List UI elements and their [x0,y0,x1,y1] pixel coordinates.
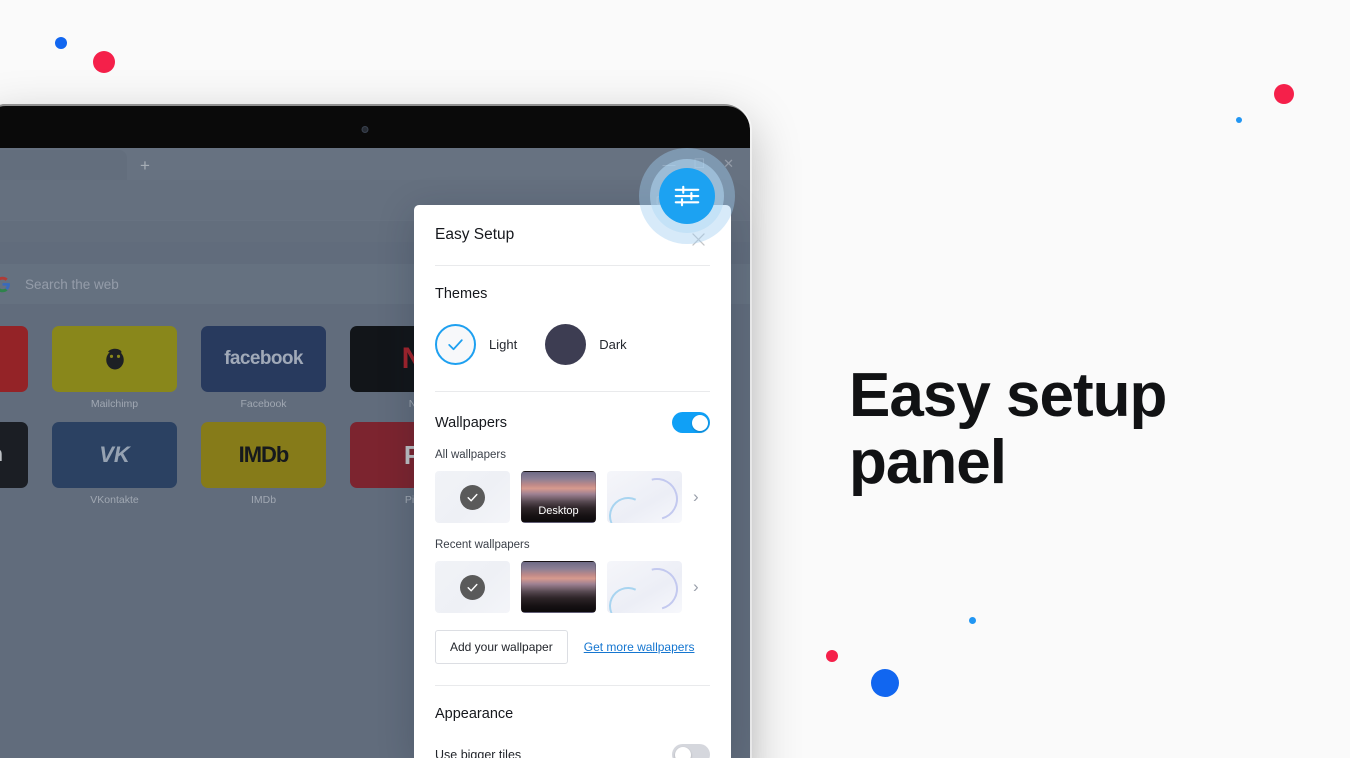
theme-label-light: Light [489,337,518,352]
theme-label-dark: Dark [599,337,627,352]
theme-option-dark[interactable]: Dark [545,324,627,365]
browser-tab[interactable] [0,150,127,180]
vk-icon: VK [52,422,177,488]
wallpaper-thumb-desktop[interactable] [521,561,596,613]
wallpaper-thumb-default[interactable] [435,561,510,613]
appearance-section: Appearance Use bigger tiles [414,686,731,758]
wallpaper-actions: Add your wallpaper Get more wallpapers [435,630,710,685]
dot-blue-bottom [871,669,899,697]
speed-dial-tile-amazon[interactable]: amazon Amazon [0,422,28,506]
amazon-wordmark: amazon [0,422,28,488]
mailchimp-icon [105,348,124,370]
speed-dial-tile-mailchimp[interactable]: Mailchimp [52,326,177,410]
chevron-right-icon[interactable]: › [693,487,699,507]
all-wallpapers-row: Desktop › [435,471,710,523]
wallpaper-thumb-default[interactable] [435,471,510,523]
easy-setup-panel: Easy Setup Themes Light Dark Wallpapers … [414,205,731,758]
bigger-tiles-toggle[interactable] [672,744,710,758]
tile-label: Facebook [240,398,287,410]
bigger-tiles-label: Use bigger tiles [435,747,522,758]
theme-option-light[interactable]: Light [435,324,517,365]
imdb-wordmark: IMDb [201,422,326,488]
webcam-icon [361,126,369,133]
wallpaper-thumb-abstract[interactable] [607,561,682,613]
facebook-wordmark: facebook [201,326,326,392]
wallpapers-section: Wallpapers All wallpapers Desktop › Rece… [414,392,731,685]
easy-setup-button[interactable] [659,168,715,224]
all-wallpapers-label: All wallpapers [435,449,506,461]
page-title: Easy setup panel [849,361,1279,497]
dot-blue-top-right [1236,117,1242,123]
tile-label: Amazon [0,494,28,506]
bigger-tiles-row: Use bigger tiles [435,744,710,758]
dot-red-top-left [93,51,115,73]
add-wallpaper-button[interactable]: Add your wallpaper [435,630,568,664]
check-icon [448,339,463,351]
panel-title: Easy Setup [435,226,515,243]
tile-label: Mailchimp [90,398,139,410]
light-theme-swatch[interactable] [435,324,476,365]
recent-wallpapers-row: › [435,561,710,613]
wallpaper-thumb-abstract[interactable] [607,471,682,523]
easy-setup-fab-wrapper [639,148,735,244]
wallpapers-title: Wallpapers [435,414,507,431]
wallpaper-thumb-desktop[interactable]: Desktop [521,471,596,523]
tune-sliders-icon [674,185,700,207]
speed-dial-tile-youtube[interactable]: YouTube [0,326,28,410]
wallpapers-toggle[interactable] [672,412,710,433]
dot-blue-small-bottom [969,617,976,624]
themes-section: Themes Light Dark [414,266,731,391]
wallpaper-thumb-label: Desktop [538,505,579,517]
speed-dial-tile-facebook[interactable]: facebook Facebook [201,326,326,410]
dark-theme-swatch[interactable] [545,324,587,365]
recent-wallpapers-label: Recent wallpapers [435,539,530,551]
speed-dial-tile-imdb[interactable]: IMDb IMDb [201,422,326,506]
dot-red-bottom [826,650,838,662]
headline-line-1: Easy setup [849,361,1167,430]
tile-label: YouTube [0,398,28,410]
dot-red-top-right [1274,84,1294,104]
themes-title: Themes [435,286,488,302]
headline-line-2: panel [849,427,1007,497]
tab-strip: + — ☐ ✕ [0,148,750,180]
check-icon [467,493,478,501]
appearance-title: Appearance [435,706,514,722]
check-icon [467,583,478,591]
chevron-right-icon[interactable]: › [693,577,699,597]
selected-check-badge [460,484,485,510]
google-g-icon [0,276,10,292]
speed-dial-tile-vkontakte[interactable]: VK VKontakte [52,422,177,506]
get-more-wallpapers-link[interactable]: Get more wallpapers [584,640,695,654]
search-placeholder-text: Search the web [25,276,119,292]
new-tab-button[interactable]: + [127,150,163,180]
tile-label: IMDb [250,494,277,506]
tile-label: VKontakte [90,494,139,506]
themes-options: Light Dark [435,324,710,391]
dot-blue-top-left [55,37,67,49]
selected-check-badge [460,574,485,600]
